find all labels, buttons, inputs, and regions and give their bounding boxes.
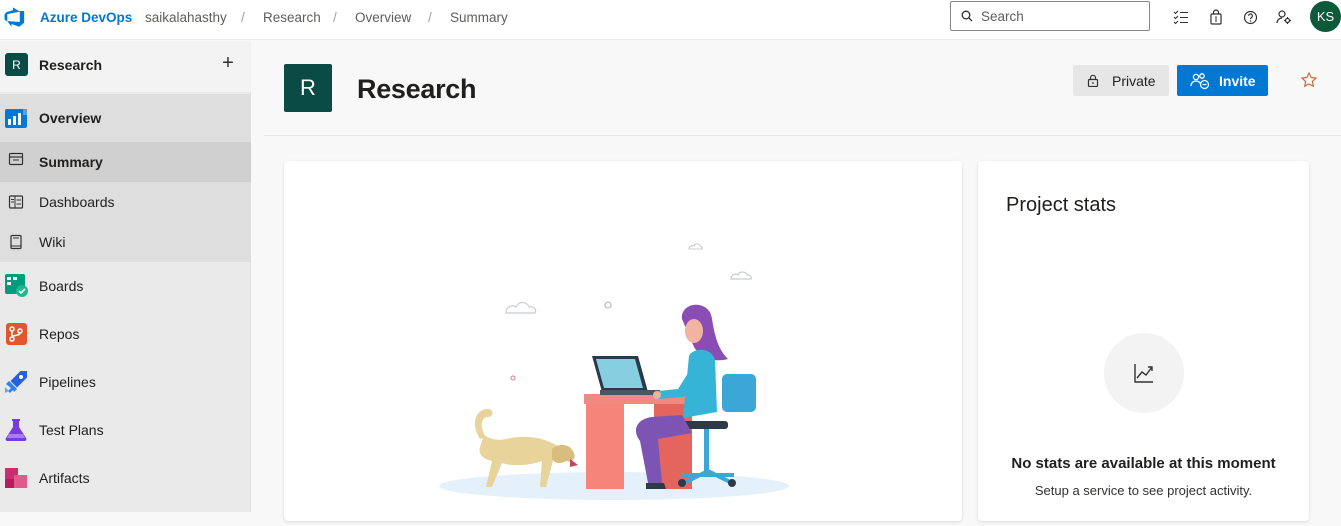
sidebar-item-label: Repos [39, 326, 80, 342]
sidebar-item-dashboards[interactable]: Dashboards [0, 182, 251, 222]
sidebar-item-artifacts[interactable]: Artifacts [0, 454, 251, 502]
dashboards-icon [8, 195, 24, 209]
star-icon[interactable] [1300, 71, 1318, 89]
sidebar-item-label: Wiki [39, 234, 66, 250]
sidebar-item-label: Dashboards [39, 194, 115, 210]
people-add-icon [1190, 72, 1210, 89]
avatar[interactable]: KS [1310, 1, 1341, 32]
help-icon[interactable] [1241, 8, 1259, 26]
person-at-desk-illustration [439, 243, 789, 500]
stats-empty-message: No stats are available at this moment [1011, 455, 1276, 472]
artifacts-icon [5, 468, 27, 488]
boards-icon [5, 274, 28, 297]
sidebar-item-overview[interactable]: Overview [0, 94, 251, 142]
breadcrumb-separator: / [241, 10, 245, 25]
repos-icon [6, 323, 27, 345]
invite-label: Invite [1219, 72, 1256, 89]
stats-empty-subtext: Setup a service to see project activity. [1034, 483, 1253, 498]
sidebar-item-label: Overview [39, 110, 102, 126]
breadcrumb-summary[interactable]: Summary [450, 10, 508, 25]
breadcrumb-separator: / [333, 10, 337, 25]
sidebar-item-summary[interactable]: Summary [0, 142, 251, 182]
stats-placeholder [1104, 333, 1184, 413]
sidebar: R Research + Overview Summary Dashboards… [0, 41, 251, 512]
summary-icon [8, 152, 24, 166]
project-selector[interactable]: R Research + [0, 41, 251, 92]
page-title: Research [357, 74, 477, 104]
sidebar-item-label: Test Plans [39, 422, 104, 438]
task-list-icon[interactable] [1172, 8, 1190, 26]
lock-icon [1087, 74, 1099, 87]
project-stats-title: Project stats [1006, 194, 1117, 216]
search-box[interactable] [950, 1, 1150, 31]
breadcrumb-overview[interactable]: Overview [355, 10, 411, 25]
sidebar-item-pipelines[interactable]: Pipelines [0, 358, 251, 406]
project-name[interactable]: Research [39, 57, 102, 73]
sidebar-item-label: Boards [39, 278, 84, 294]
breadcrumb-organization[interactable]: saikalahasthy [145, 10, 227, 25]
welcome-card [284, 161, 962, 521]
breadcrumb-project[interactable]: Research [263, 10, 321, 25]
invite-button[interactable]: Invite [1177, 65, 1268, 96]
add-icon[interactable]: + [218, 52, 238, 75]
sidebar-item-label: Pipelines [39, 374, 96, 390]
project-stats-card: Project stats No stats are available at … [978, 161, 1309, 521]
search-input[interactable] [981, 8, 1131, 24]
private-button[interactable]: Private [1073, 65, 1169, 96]
main-content: R Research Private Invite Project stats … [252, 41, 1341, 521]
shopping-bag-icon[interactable] [1207, 8, 1225, 26]
breadcrumb-separator: / [428, 10, 432, 25]
sidebar-item-label: Artifacts [39, 470, 90, 486]
sidebar-item-boards[interactable]: Boards [0, 262, 251, 310]
trending-chart-icon [1134, 364, 1153, 383]
private-label: Private [1112, 72, 1156, 89]
project-badge: R [5, 53, 28, 76]
azure-devops-logo-icon[interactable] [4, 6, 26, 28]
overview-icon [5, 109, 27, 128]
user-settings-icon[interactable] [1275, 8, 1293, 26]
search-icon [961, 10, 973, 22]
wiki-icon [10, 234, 22, 250]
sidebar-item-label: Summary [39, 154, 103, 170]
sidebar-item-wiki[interactable]: Wiki [0, 222, 251, 262]
project-header: R Research Private Invite [264, 41, 1341, 136]
sidebar-item-test-plans[interactable]: Test Plans [0, 406, 251, 454]
top-bar: Azure DevOps saikalahasthy / Research / … [0, 0, 1341, 40]
pipelines-icon [5, 371, 27, 393]
test-plans-icon [5, 419, 27, 441]
project-avatar: R [284, 64, 332, 112]
brand-link[interactable]: Azure DevOps [40, 10, 132, 25]
sidebar-item-repos[interactable]: Repos [0, 310, 251, 358]
